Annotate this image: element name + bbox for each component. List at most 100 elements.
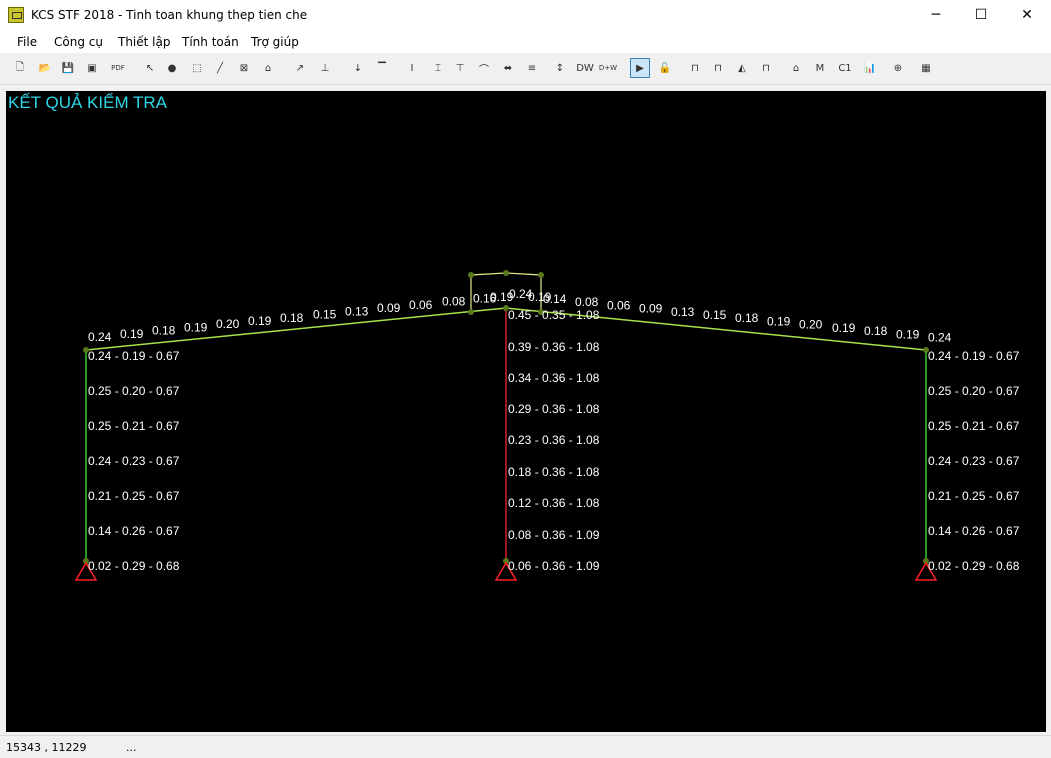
center-column-label: 0.39 - 0.36 - 1.08 bbox=[508, 340, 600, 354]
right-rafter-label: 0.15 bbox=[703, 308, 727, 322]
left-rafter-label: 0.19 bbox=[248, 314, 272, 328]
menu-cong-cu[interactable]: Công cụ bbox=[54, 35, 103, 49]
node bbox=[503, 270, 509, 276]
center-column-label: 0.12 - 0.36 - 1.08 bbox=[508, 496, 600, 510]
center-column-label: 0.08 - 0.36 - 1.09 bbox=[508, 528, 600, 542]
right-rafter-label: 0.19 bbox=[896, 327, 920, 341]
center-column-label: 0.06 - 0.36 - 1.09 bbox=[508, 559, 600, 573]
check-frame-icon[interactable]: M bbox=[810, 58, 830, 78]
left-rafter-label: 0.19 bbox=[184, 320, 208, 334]
save-icon[interactable]: 💾 bbox=[58, 58, 78, 78]
minimize-button[interactable]: ─ bbox=[913, 0, 959, 31]
right-column-label: 0.24 - 0.19 - 0.67 bbox=[928, 349, 1020, 363]
status-coordinates: 15343 , 11229 bbox=[6, 741, 87, 754]
right-rafter-label: 0.06 bbox=[607, 298, 631, 312]
rect-node-icon[interactable]: ⬚ bbox=[187, 58, 207, 78]
right-rafter-label: 0.19 bbox=[767, 314, 791, 328]
right-rafter-label: 0.20 bbox=[799, 318, 823, 332]
frame-view-icon[interactable]: ⊓ bbox=[685, 58, 705, 78]
dimension-icon[interactable]: ↕ bbox=[550, 58, 570, 78]
right-column-label: 0.25 - 0.20 - 0.67 bbox=[928, 384, 1020, 398]
left-rafter-label: 0.18 bbox=[152, 324, 176, 338]
app-icon bbox=[8, 7, 24, 23]
load-icon[interactable]: ↗ bbox=[290, 58, 310, 78]
chart-icon[interactable]: 📊 bbox=[860, 58, 880, 78]
right-rafter-label: 0.18 bbox=[864, 324, 888, 338]
moment-diagram-icon[interactable]: ◭ bbox=[732, 58, 752, 78]
left-column-label: 0.14 - 0.26 - 0.67 bbox=[88, 524, 180, 538]
node-icon[interactable]: ● bbox=[162, 58, 182, 78]
pdf-icon[interactable]: PDF bbox=[108, 58, 128, 78]
node bbox=[538, 272, 544, 278]
center-column-label: 0.29 - 0.36 - 1.08 bbox=[508, 402, 600, 416]
select-pointer-icon[interactable]: ↖ bbox=[140, 58, 160, 78]
frame-add-icon[interactable]: ⌂ bbox=[258, 58, 278, 78]
support-icon[interactable]: ⊥ bbox=[315, 58, 335, 78]
right-rafter-label: 0.18 bbox=[735, 311, 759, 325]
diagonal-node-icon[interactable]: ⊠ bbox=[234, 58, 254, 78]
left-column-label: 0.25 - 0.20 - 0.67 bbox=[88, 384, 180, 398]
unlock-icon[interactable]: 🔓 bbox=[655, 58, 675, 78]
dl-w-combo-icon[interactable]: DW bbox=[575, 58, 595, 78]
tapered-section-icon[interactable]: ⌶ bbox=[428, 58, 448, 78]
table-icon[interactable]: ▦ bbox=[916, 58, 936, 78]
run-icon[interactable]: ▶ bbox=[630, 58, 650, 78]
left-rafter-label: 0.09 bbox=[377, 301, 401, 315]
left-rafter-label: 0.15 bbox=[313, 308, 337, 322]
brace-icon[interactable]: ⬌ bbox=[498, 58, 518, 78]
status-extra: ... bbox=[126, 741, 137, 754]
window-title: KCS STF 2018 - Tinh toan khung thep tien… bbox=[31, 8, 308, 22]
menu-tinh-toan[interactable]: Tính toán bbox=[182, 35, 239, 49]
close-button[interactable]: ✕ bbox=[1004, 0, 1050, 31]
menu-tro-giup[interactable]: Trợ giúp bbox=[251, 35, 299, 49]
frame-drawing: 0.24 - 0.19 - 0.67 0.25 - 0.20 - 0.67 0.25… bbox=[74, 270, 1020, 581]
beam-section-icon[interactable]: ⊤ bbox=[450, 58, 470, 78]
left-column-label: 0.02 - 0.29 - 0.68 bbox=[88, 559, 180, 573]
frame-hinge-view-icon[interactable]: ⊓ bbox=[708, 58, 728, 78]
right-column-label: 0.25 - 0.21 - 0.67 bbox=[928, 419, 1020, 433]
toolbar: 🗋 📂 💾 ▣ PDF ↖ ● ⬚ ╱ ⊠ ⌂ ↗ ⊥ ↓ ▔ I ⌶ ⊤ ⌒ ⬌ ≡ ↕ DW D+W ▶ 🔓 ⊓ ⊓ ◭ ⊓ ⌂ M C1 📊… bbox=[0, 55, 1051, 85]
left-rafter-label: 0.20 bbox=[216, 317, 240, 331]
shear-diagram-icon[interactable]: ⊓ bbox=[756, 58, 776, 78]
center-column-label: 0.23 - 0.36 - 1.08 bbox=[508, 433, 600, 447]
c1b1-icon[interactable]: C1 bbox=[835, 58, 855, 78]
title-bar: KCS STF 2018 - Tinh toan khung thep tien… bbox=[0, 0, 1051, 31]
right-column-label: 0.02 - 0.29 - 0.68 bbox=[928, 559, 1020, 573]
center-column-label: 0.18 - 0.36 - 1.08 bbox=[508, 465, 600, 479]
right-rafter-label: 0.09 bbox=[639, 302, 663, 316]
connection-icon[interactable]: ⊕ bbox=[888, 58, 908, 78]
menu-file[interactable]: File bbox=[17, 35, 37, 49]
dl-plus-w-combo-icon[interactable]: D+W bbox=[598, 58, 618, 78]
node bbox=[468, 309, 474, 315]
open-folder-icon[interactable]: 📂 bbox=[35, 58, 55, 78]
right-column-label: 0.21 - 0.25 - 0.67 bbox=[928, 489, 1020, 503]
left-rafter-label: 0.19 bbox=[120, 327, 144, 341]
left-rafter-label: 0.18 bbox=[280, 311, 304, 325]
left-column-label: 0.25 - 0.21 - 0.67 bbox=[88, 419, 180, 433]
left-rafter-label: 0.24 bbox=[88, 330, 112, 344]
new-file-icon[interactable]: 🗋 bbox=[10, 58, 30, 78]
center-column-label: 0.34 - 0.36 - 1.08 bbox=[508, 371, 600, 385]
maximize-button[interactable]: ☐ bbox=[958, 0, 1004, 31]
purlin-icon[interactable]: ≡ bbox=[522, 58, 542, 78]
dist-load-icon[interactable]: ▔ bbox=[372, 58, 392, 78]
haunch-icon[interactable]: ⌒ bbox=[474, 58, 494, 78]
canvas-title: KẾT QUẢ KIỂM TRA bbox=[8, 93, 168, 112]
left-column-label: 0.24 - 0.23 - 0.67 bbox=[88, 454, 180, 468]
right-rafter-label: 0.13 bbox=[671, 305, 695, 319]
line-icon[interactable]: ╱ bbox=[210, 58, 230, 78]
left-rafter-label: 0.13 bbox=[345, 304, 369, 318]
i-section-icon[interactable]: I bbox=[402, 58, 422, 78]
left-rafter-label: 0.08 bbox=[442, 295, 466, 309]
status-bar: 15343 , 11229 ... bbox=[0, 735, 1051, 758]
right-column-label: 0.14 - 0.26 - 0.67 bbox=[928, 524, 1020, 538]
menu-bar: File Công cụ Thiết lập Tính toán Trợ giú… bbox=[0, 31, 1051, 53]
deflection-icon[interactable]: ⌂ bbox=[786, 58, 806, 78]
monitor-label: 0.19 bbox=[528, 290, 552, 304]
menu-thiet-lap[interactable]: Thiết lập bbox=[118, 35, 170, 49]
point-load-icon[interactable]: ↓ bbox=[348, 58, 368, 78]
node bbox=[468, 272, 474, 278]
drawing-canvas[interactable]: KẾT QUẢ KIỂM TRA 0.24 - 0.19 - 0.67 0.25 … bbox=[6, 91, 1046, 732]
save-all-icon[interactable]: ▣ bbox=[82, 58, 102, 78]
left-column-label: 0.24 - 0.19 - 0.67 bbox=[88, 349, 180, 363]
